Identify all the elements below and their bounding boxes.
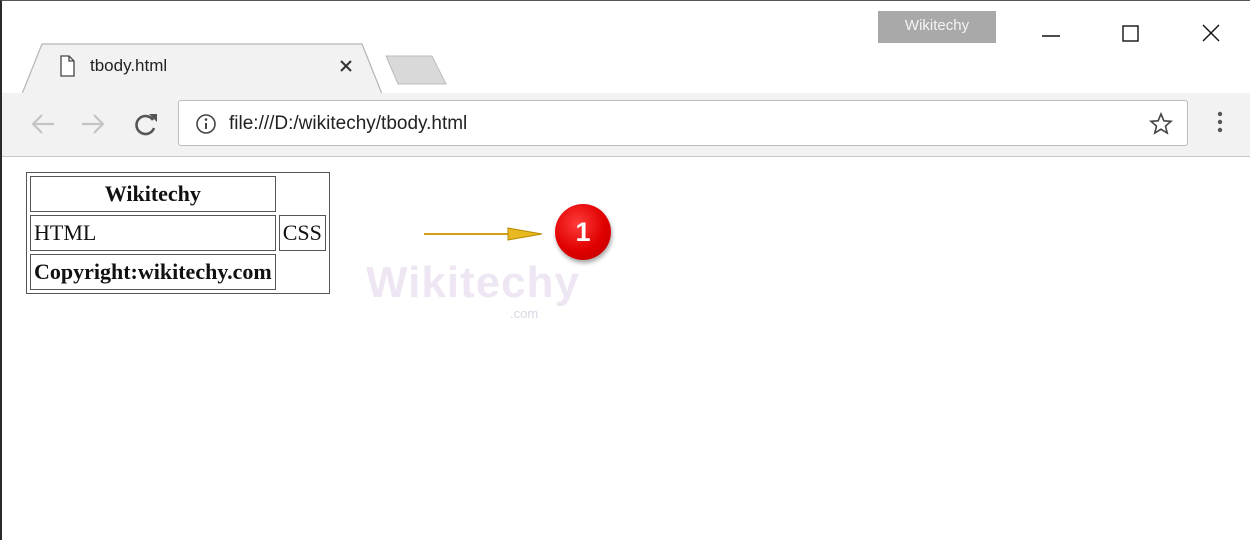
minimize-icon <box>1042 35 1060 37</box>
maximize-icon <box>1122 25 1139 42</box>
table-footer-cell: Copyright:wikitechy.com <box>30 254 276 290</box>
reload-icon[interactable] <box>132 111 160 139</box>
bookmark-star-icon[interactable] <box>1149 112 1173 136</box>
close-window-button[interactable] <box>1188 13 1234 53</box>
forward-arrow-icon[interactable] <box>80 111 106 137</box>
table-cell-css: CSS <box>278 215 326 251</box>
new-tab-button[interactable] <box>384 54 448 86</box>
page-content: Wikitechy .com Wikitechy HTML CSS Copyri… <box>2 158 1250 540</box>
watermark-sub: .com <box>510 306 539 321</box>
arrow-pointer <box>424 227 543 241</box>
table-body: HTML CSS <box>30 215 326 251</box>
table-row: Copyright:wikitechy.com <box>30 254 326 290</box>
menu-dots-icon[interactable] <box>1214 110 1226 136</box>
table-foot: Copyright:wikitechy.com <box>30 254 326 290</box>
callout-badge: 1 <box>555 204 611 260</box>
tab-close-icon[interactable] <box>338 58 354 74</box>
url-text[interactable]: file:///D:/wikitechy/tbody.html <box>229 113 467 135</box>
table-row: HTML CSS <box>30 215 326 251</box>
close-icon <box>1202 24 1220 42</box>
demo-table: Wikitechy HTML CSS Copyright:wikitechy.c… <box>26 172 330 294</box>
back-arrow-icon[interactable] <box>30 111 56 137</box>
table-cell-html: HTML <box>30 215 276 251</box>
address-bar[interactable]: file:///D:/wikitechy/tbody.html <box>178 100 1188 146</box>
title-bar: Wikitechy tbody.html <box>2 1 1250 94</box>
profile-badge[interactable]: Wikitechy <box>878 11 996 43</box>
watermark-logo: Wikitechy <box>366 258 581 307</box>
tab-tbody[interactable]: tbody.html <box>20 42 382 94</box>
toolbar: file:///D:/wikitechy/tbody.html <box>2 93 1250 157</box>
browser-window: Wikitechy tbody.html file:///D:/wikitech… <box>0 0 1250 540</box>
info-icon[interactable] <box>195 113 217 135</box>
table-row: Wikitechy <box>30 176 326 212</box>
tab-title: tbody.html <box>90 56 168 75</box>
table-header-cell: Wikitechy <box>30 176 276 212</box>
page-icon <box>60 55 75 77</box>
maximize-button[interactable] <box>1108 13 1154 53</box>
table-head: Wikitechy <box>30 176 326 212</box>
minimize-button[interactable] <box>1028 13 1074 53</box>
